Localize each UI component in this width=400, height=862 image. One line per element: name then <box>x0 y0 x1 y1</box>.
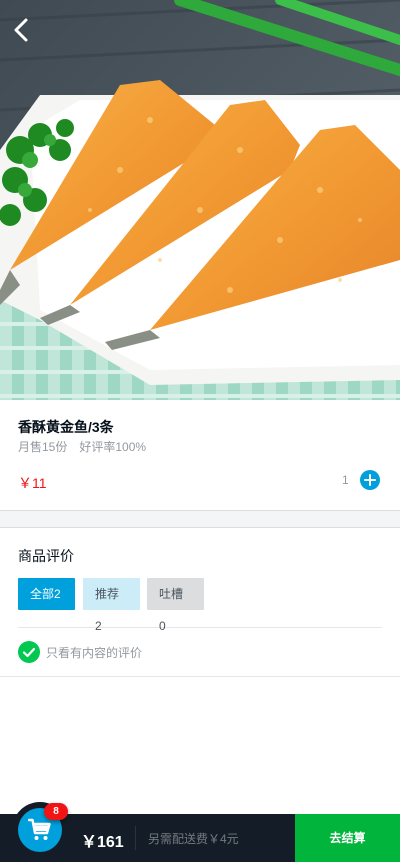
filter-negative-button[interactable]: 吐槽 0 <box>147 578 204 633</box>
rating-rate: 好评率100% <box>79 440 147 454</box>
filter-label: 推荐 <box>95 587 120 601</box>
checkout-button[interactable]: 去结算 <box>295 814 400 862</box>
product-info: 香酥黄金鱼/3条 月售15份 好评率100% ￥11 1 <box>0 400 400 510</box>
check-circle-icon <box>18 641 40 663</box>
sell-count: 月售15份 <box>18 440 68 454</box>
only-content-label: 只看有内容的评价 <box>46 645 143 660</box>
plus-circle-icon[interactable] <box>360 470 380 490</box>
filter-count: 2 <box>54 587 61 601</box>
filter-label: 吐槽 <box>159 587 184 601</box>
rating-title: 商品评价 <box>18 548 74 564</box>
product-name: 香酥黄金鱼/3条 <box>18 419 114 435</box>
filter-count: 0 <box>159 619 166 633</box>
shopping-cart-icon <box>28 818 51 840</box>
product-price: ￥11 <box>18 475 47 491</box>
filter-positive-button[interactable]: 推荐 2 <box>83 578 140 633</box>
fried-fish-image <box>0 0 400 400</box>
product-meta: 月售15份 好评率100% <box>18 438 146 455</box>
delivery-fee: 另需配送费￥4元 <box>148 832 239 846</box>
product-image <box>0 0 400 400</box>
cart-badge: 8 <box>44 803 68 820</box>
cart-count: 1 <box>342 473 349 487</box>
back-button[interactable] <box>8 14 36 46</box>
chevron-left-icon <box>14 18 28 42</box>
divider <box>18 627 382 628</box>
only-content-toggle[interactable]: 只看有内容的评价 <box>18 640 142 664</box>
filter-count: 2 <box>95 619 102 633</box>
total-price: ￥161 <box>81 834 124 851</box>
filter-label: 全部 <box>30 587 55 601</box>
rating-section: 商品评价 全部2 推荐 2 吐槽 0 只看有内容的评价 <box>0 528 400 677</box>
filter-all-button[interactable]: 全部2 <box>18 578 75 610</box>
section-divider <box>0 510 400 528</box>
divider <box>135 826 136 850</box>
